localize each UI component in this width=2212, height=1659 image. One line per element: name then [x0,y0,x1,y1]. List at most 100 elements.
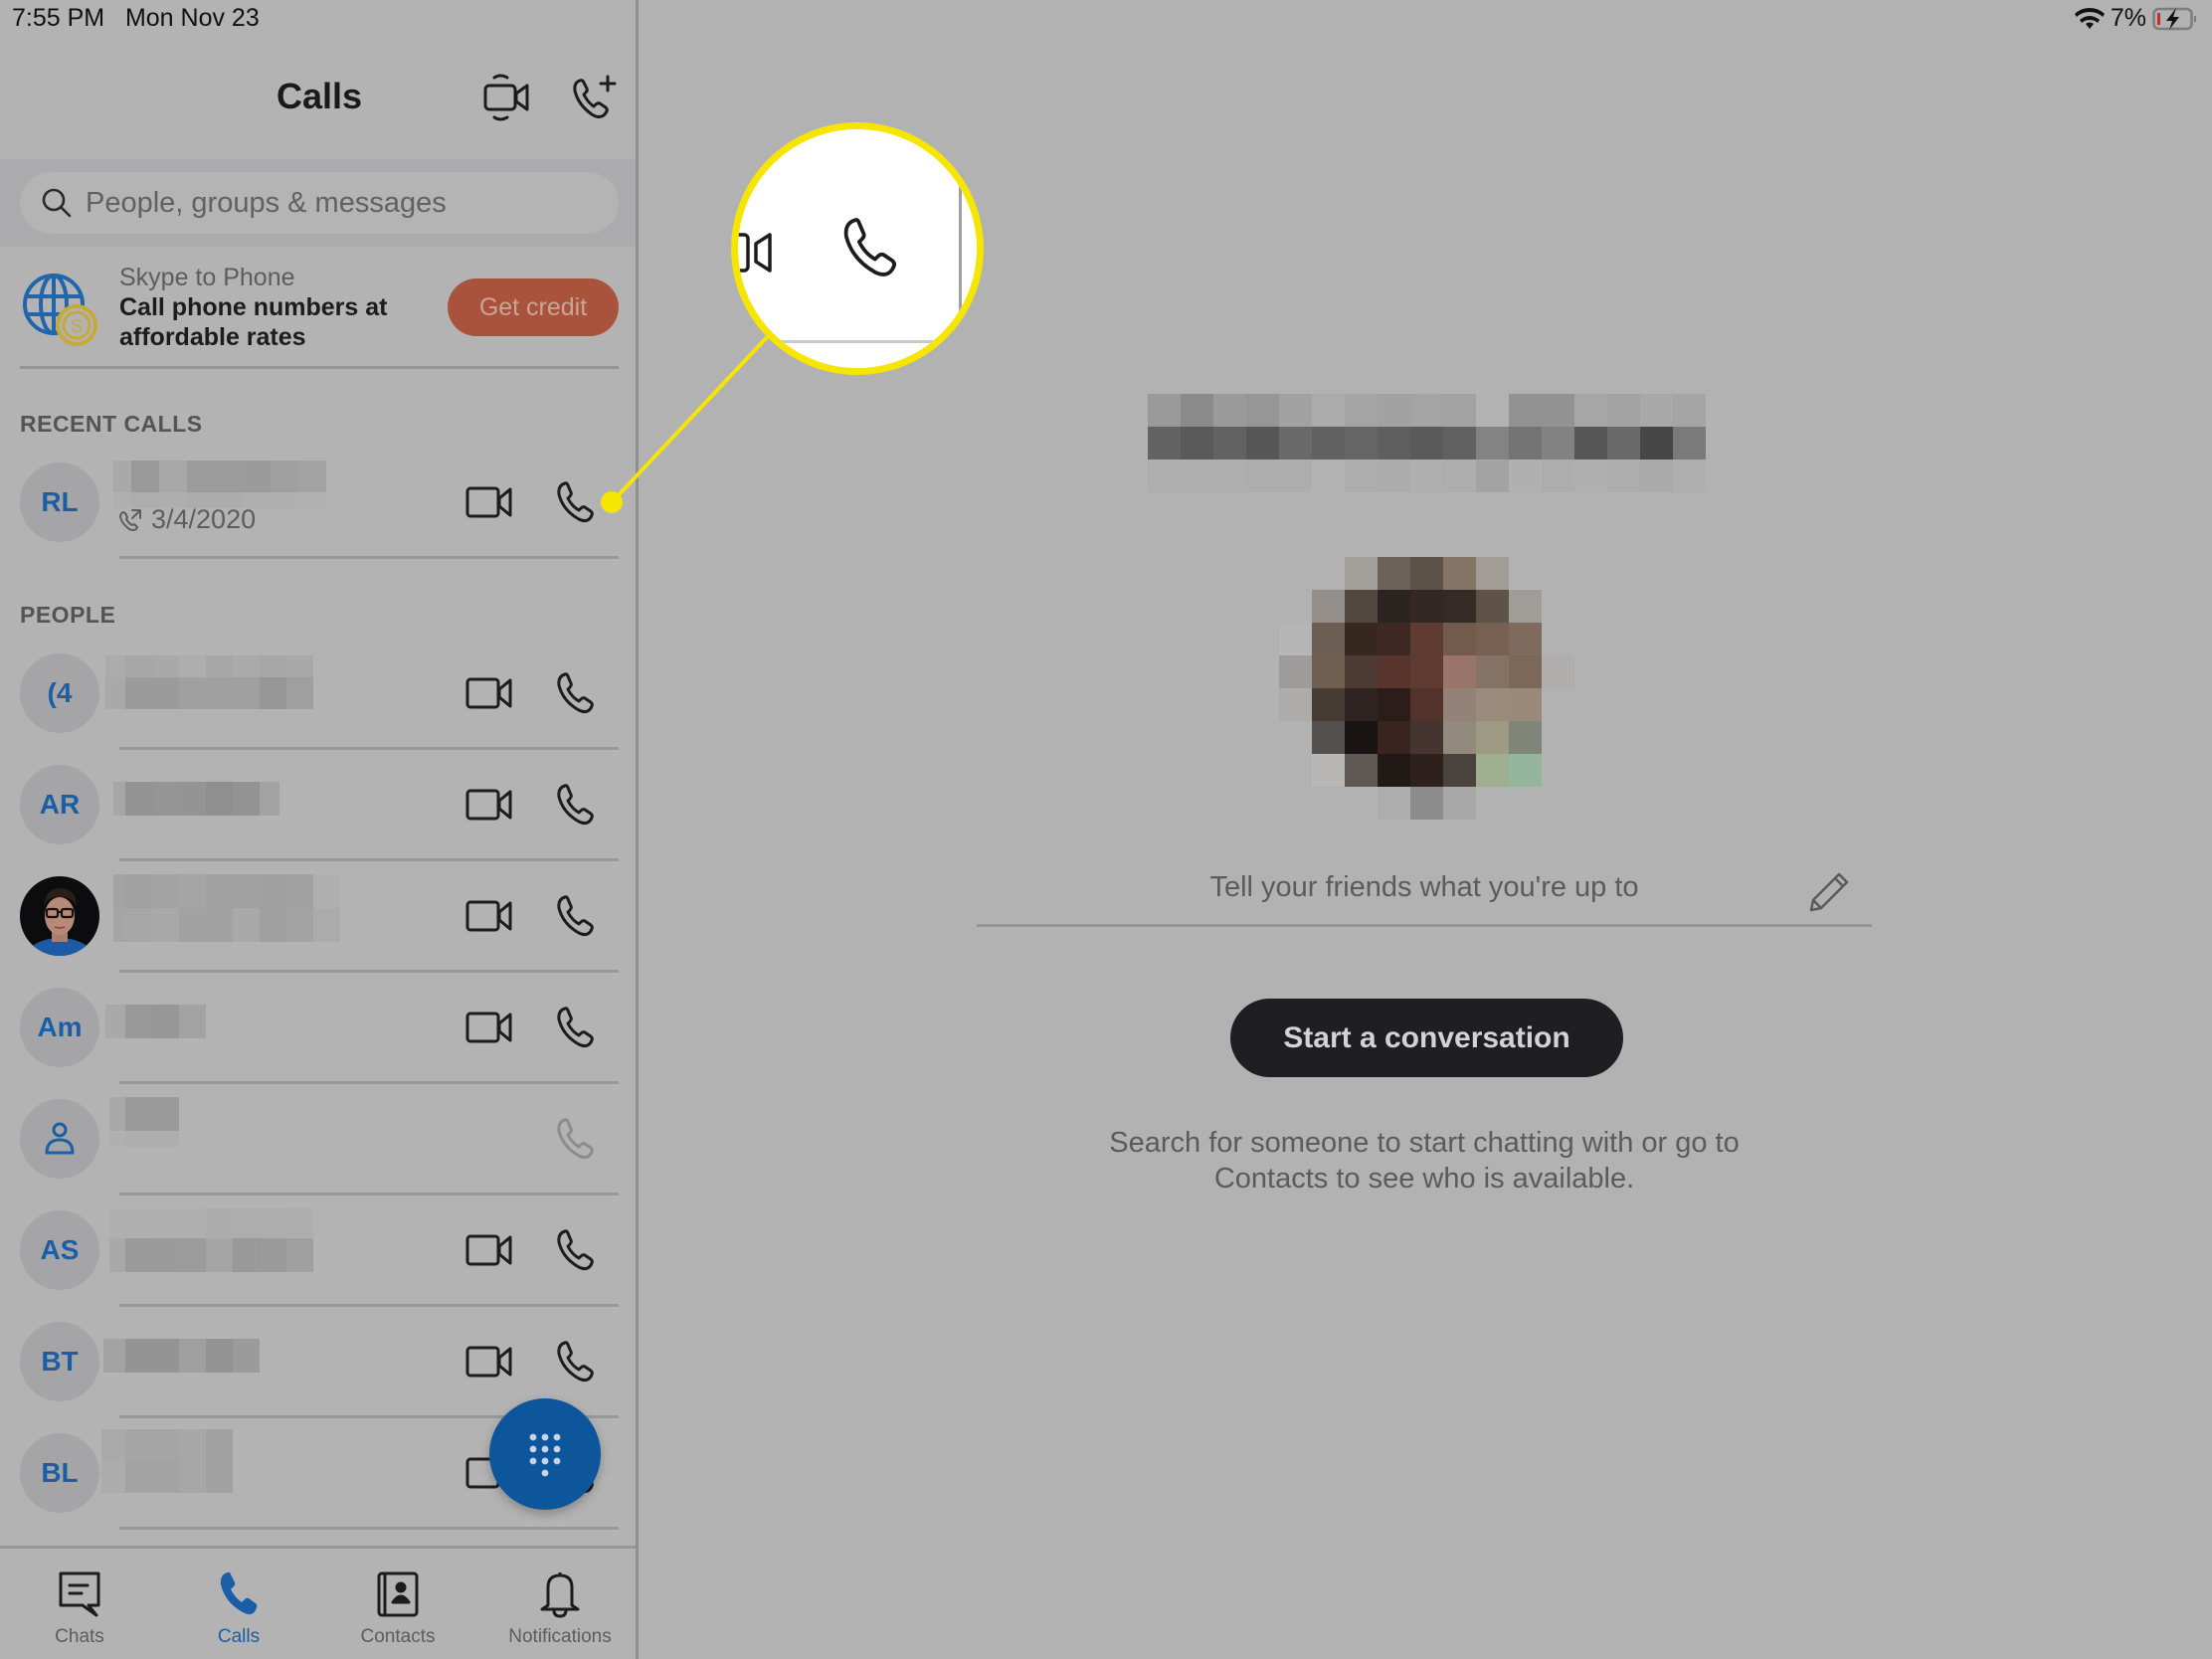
people-row[interactable]: AS [0,1195,636,1307]
recent-calls-heading: RECENT CALLS [20,411,203,437]
tab-label: Calls [217,1626,261,1647]
contact-name-redacted [105,655,313,709]
people-row[interactable]: (4 [0,638,636,750]
avatar: Am [20,988,99,1067]
battery-charging-icon [2152,7,2196,30]
avatar [20,1099,99,1179]
promo-subtitle: Skype to Phone [119,264,295,291]
people-row[interactable] [0,1083,636,1196]
callout-phone-icon [843,218,897,276]
avatar-initials: AS [40,1234,80,1265]
avatar: RL [20,462,99,542]
page-title: Calls [276,76,363,116]
status-indicators: 7% [2074,4,2198,33]
tab-label: Notifications [508,1626,612,1647]
phone-icon [557,1118,594,1160]
divider [20,366,619,369]
video-call-button[interactable] [463,667,515,719]
meet-now-button[interactable] [479,70,535,125]
audio-call-button[interactable] [549,1336,601,1387]
video-camera-icon [465,1346,512,1378]
recent-call-row[interactable]: RL 3/4/2020 [0,447,636,559]
phone-icon [557,1341,594,1382]
audio-call-button[interactable] [549,890,601,942]
skype-to-phone-icon: S [20,269,99,348]
tab-contacts[interactable]: Contacts [323,1549,472,1659]
wifi-icon [2074,7,2105,29]
video-camera-icon [465,486,512,518]
video-camera-icon [465,789,512,821]
avatar-initials: BL [41,1457,79,1488]
contact-name-redacted [113,874,340,942]
call-date: 3/4/2020 [117,504,256,535]
contact-name-redacted [109,1208,313,1272]
video-call-button[interactable] [463,476,515,528]
audio-call-button[interactable] [549,1002,601,1053]
magnified-callout [731,122,984,375]
call-date-text: 3/4/2020 [151,504,257,534]
avatar-initials: Am [37,1012,83,1042]
profile-avatar-redacted[interactable] [1279,557,1574,820]
new-call-button[interactable] [567,70,623,125]
contact-name-redacted [109,1097,179,1147]
bell-icon [540,1572,580,1618]
phone-icon [557,481,594,523]
people-row[interactable]: Am [0,972,636,1084]
start-conversation-button[interactable]: Start a conversation [1230,999,1623,1077]
mood-message-field[interactable]: Tell your friends what you're up to [977,867,1872,927]
people-row[interactable] [0,860,636,973]
people-heading: PEOPLE [20,602,116,628]
phone-icon [557,895,594,937]
audio-call-button[interactable] [549,667,601,719]
video-camera-icon [465,900,512,932]
video-call-button[interactable] [463,1002,515,1053]
callout-separator [766,340,937,343]
tab-bar: Chats Calls Contacts Notifications [0,1546,636,1659]
contact-name-redacted [103,1339,260,1373]
person-icon [45,1122,75,1155]
dialpad-button[interactable] [489,1398,601,1510]
chat-icon [59,1571,100,1617]
dialpad-icon [529,1433,561,1477]
phone-plus-icon [573,75,617,118]
tab-calls[interactable]: Calls [164,1549,313,1659]
avatar-initials: AR [39,789,81,820]
battery-percent: 7% [2110,4,2146,32]
contact-name-redacted [101,1429,233,1493]
video-call-button[interactable] [463,1336,515,1387]
edit-mood-button[interactable] [1804,867,1854,917]
recent-call-phone-button[interactable] [549,476,601,528]
tab-chats[interactable]: Chats [5,1549,154,1659]
get-credit-button[interactable]: Get credit [448,278,619,336]
callout-pane-divider [959,177,962,316]
avatar: (4 [20,653,99,733]
audio-call-button[interactable] [549,779,601,830]
tab-label: Chats [55,1626,104,1647]
status-date-value: Mon Nov 23 [124,4,260,32]
search-bar[interactable] [20,172,619,234]
audio-call-button[interactable] [549,1113,601,1165]
outgoing-call-icon [119,508,141,531]
callout-video-icon [738,233,772,273]
avatar: BL [20,1433,99,1513]
row-separator [119,1527,619,1530]
svg-text:S: S [71,316,83,336]
search-input[interactable] [86,186,603,220]
contact-name-redacted [113,461,326,508]
video-call-button[interactable] [463,1224,515,1276]
video-call-button[interactable] [463,890,515,942]
contacts-book-icon [377,1571,419,1617]
people-row[interactable]: AR [0,749,636,861]
video-call-button[interactable] [463,779,515,830]
pencil-icon [1809,872,1849,912]
mood-placeholder: Tell your friends what you're up to [1209,871,1639,903]
audio-call-button[interactable] [549,1224,601,1276]
avatar: BT [20,1322,99,1401]
video-camera-icon [465,1234,512,1266]
phone-icon [557,672,594,714]
status-time-value: 7:55 PM [12,4,105,32]
tab-notifications[interactable]: Notifications [485,1549,635,1659]
phone-icon [557,1007,594,1048]
contact-name-redacted [105,1005,206,1038]
search-icon [42,188,72,218]
